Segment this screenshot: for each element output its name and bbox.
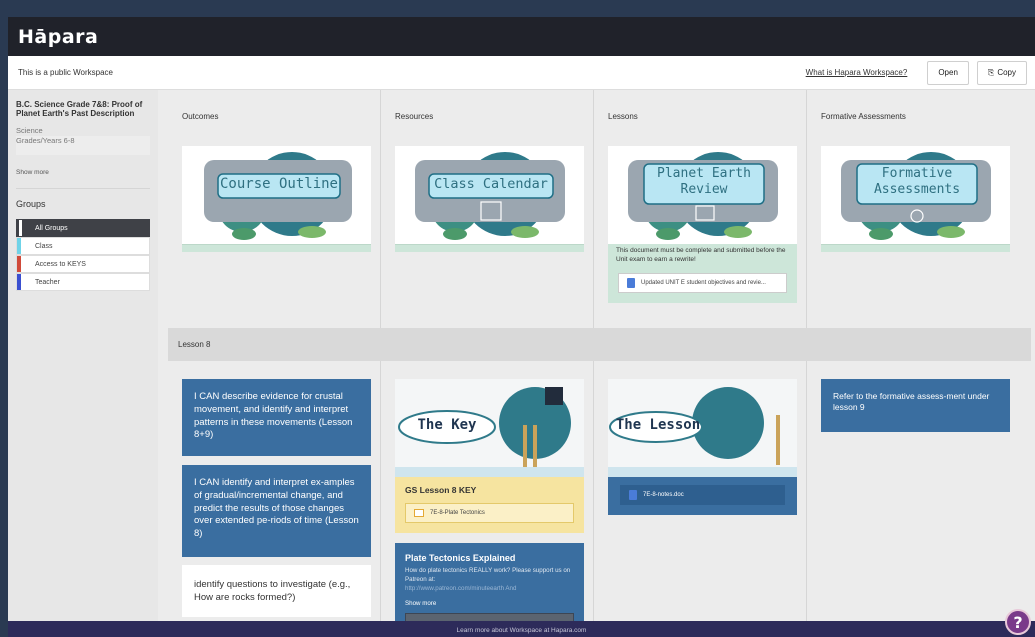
doc-title: 7E-8-notes.doc [643, 492, 684, 498]
group-access-to-keys[interactable]: Access to KEYS [16, 255, 150, 274]
card-thumbnail: The Key [395, 379, 584, 477]
column-heading: Lessons [608, 112, 638, 121]
show-more-link[interactable]: Show more [16, 169, 150, 176]
card-thumbnail: The Lesson [608, 379, 797, 477]
workspace-board: Outcomes Resources Lessons Formative Ass… [168, 90, 1031, 637]
card-description: How do plate tectonics REALLY work? Plea… [405, 567, 571, 583]
card-title-line-1: Formative [881, 166, 953, 181]
card-title-line-2: Review [680, 182, 728, 197]
group-color-bar [17, 238, 21, 255]
formative-note-card[interactable]: Refer to the formative assess-ment under… [821, 379, 1010, 432]
card-strip [821, 244, 1010, 252]
card-title-line-2: Assessments [873, 182, 961, 197]
footer[interactable]: Learn more about Workspace at Hapara.com [8, 621, 1035, 637]
card-title: The Lesson [615, 417, 701, 433]
top-bar: Hāpara [8, 17, 1035, 56]
column-heading: Formative Assessments [821, 112, 906, 121]
help-icon[interactable]: ? [1005, 609, 1031, 635]
sub-bar: This is a public Workspace What is Hapar… [8, 56, 1035, 90]
what-is-workspace-link[interactable]: What is Hapara Workspace? [806, 68, 908, 77]
workspace-frame: Hāpara This is a public Workspace What i… [8, 17, 1035, 637]
card-title-line-1: Planet Earth [657, 166, 751, 181]
card-thumbnail: Course Outline [182, 146, 371, 244]
planet-earth-review-card[interactable]: Planet Earth Review This document must b… [608, 146, 797, 303]
workspace-grades: Grades/Years 6-8 [16, 136, 150, 156]
card-title: The Key [417, 417, 477, 433]
card-title: Class Calendar [434, 176, 548, 192]
doc-title: 7E-8-Plate Tectonics [430, 510, 485, 516]
lesson-8-section-header[interactable]: Lesson 8 [168, 328, 1031, 361]
workspace-title: B.C. Science Grade 7&8: Proof of Planet … [16, 100, 143, 119]
course-outline-card[interactable]: Course Outline [182, 146, 371, 252]
copy-icon: ⎘ [987, 67, 995, 77]
sidebar: B.C. Science Grade 7&8: Proof of Planet … [8, 90, 158, 637]
formative-assessments-card[interactable]: Formative Assessments [821, 146, 1010, 252]
workspace-subject: Science [16, 126, 43, 136]
the-lesson-card[interactable]: The Lesson 7E-8-notes.doc [608, 379, 797, 515]
patreon-link[interactable]: http://www.patreon.com/minuteearth And [405, 585, 574, 594]
group-color-bar [17, 274, 21, 291]
outcome-card[interactable]: I CAN describe evidence for crustal move… [182, 379, 371, 456]
card-thumbnail: Class Calendar [395, 146, 584, 244]
doc-title: Updated UNIT E student objectives and re… [641, 279, 766, 286]
copy-label: Copy [997, 68, 1016, 77]
group-label: Teacher [35, 278, 60, 286]
card-label: GS Lesson 8 KEY [405, 485, 477, 495]
card-thumbnail: Planet Earth Review [608, 146, 797, 244]
public-notice: This is a public Workspace [18, 68, 113, 77]
hapara-logo[interactable]: Hāpara [18, 26, 98, 48]
card-title: Plate Tectonics Explained [405, 553, 516, 563]
copy-button[interactable]: ⎘ Copy [976, 60, 1027, 85]
outcome-card[interactable]: I CAN identify and interpret ex-amples o… [182, 465, 371, 557]
group-label: All Groups [35, 224, 68, 232]
column-heading: Resources [395, 112, 434, 121]
key-slides-attachment[interactable]: 7E-8-Plate Tectonics [405, 503, 574, 523]
card-title: Formative Assessments [857, 166, 977, 198]
open-label: Open [938, 68, 958, 77]
groups-heading: Groups [16, 199, 46, 210]
group-class[interactable]: Class [16, 237, 150, 256]
card-description: This document must be complete and submi… [616, 247, 786, 264]
lesson-notes-attachment[interactable]: 7E-8-notes.doc [620, 485, 785, 505]
group-all-groups[interactable]: All Groups [16, 219, 150, 238]
show-more-link[interactable]: Show more [405, 600, 574, 607]
open-button[interactable]: Open [927, 60, 969, 85]
review-doc-attachment[interactable]: Updated UNIT E student objectives and re… [618, 272, 787, 293]
group-color-bar [19, 220, 22, 237]
card-thumbnail: Formative Assessments [821, 146, 1010, 244]
group-label: Class [35, 242, 53, 250]
sidebar-divider [16, 188, 150, 190]
class-calendar-card[interactable]: Class Calendar [395, 146, 584, 252]
google-doc-icon [627, 277, 635, 288]
card-title: Course Outline [219, 176, 338, 192]
card-strip [182, 244, 371, 252]
card-title: Planet Earth Review [644, 166, 764, 198]
card-strip [395, 244, 584, 252]
group-label: Access to KEYS [35, 260, 86, 268]
google-slides-icon [414, 509, 424, 517]
column-heading: Outcomes [182, 112, 219, 121]
group-teacher[interactable]: Teacher [16, 273, 150, 292]
lesson-8-key-card[interactable]: The Key GS Lesson 8 KEY 7E-8-Plate Tecto… [395, 379, 584, 533]
outcome-card[interactable]: identify questions to investigate (e.g.,… [182, 565, 371, 617]
google-doc-icon [629, 490, 637, 500]
group-color-bar [17, 256, 21, 273]
